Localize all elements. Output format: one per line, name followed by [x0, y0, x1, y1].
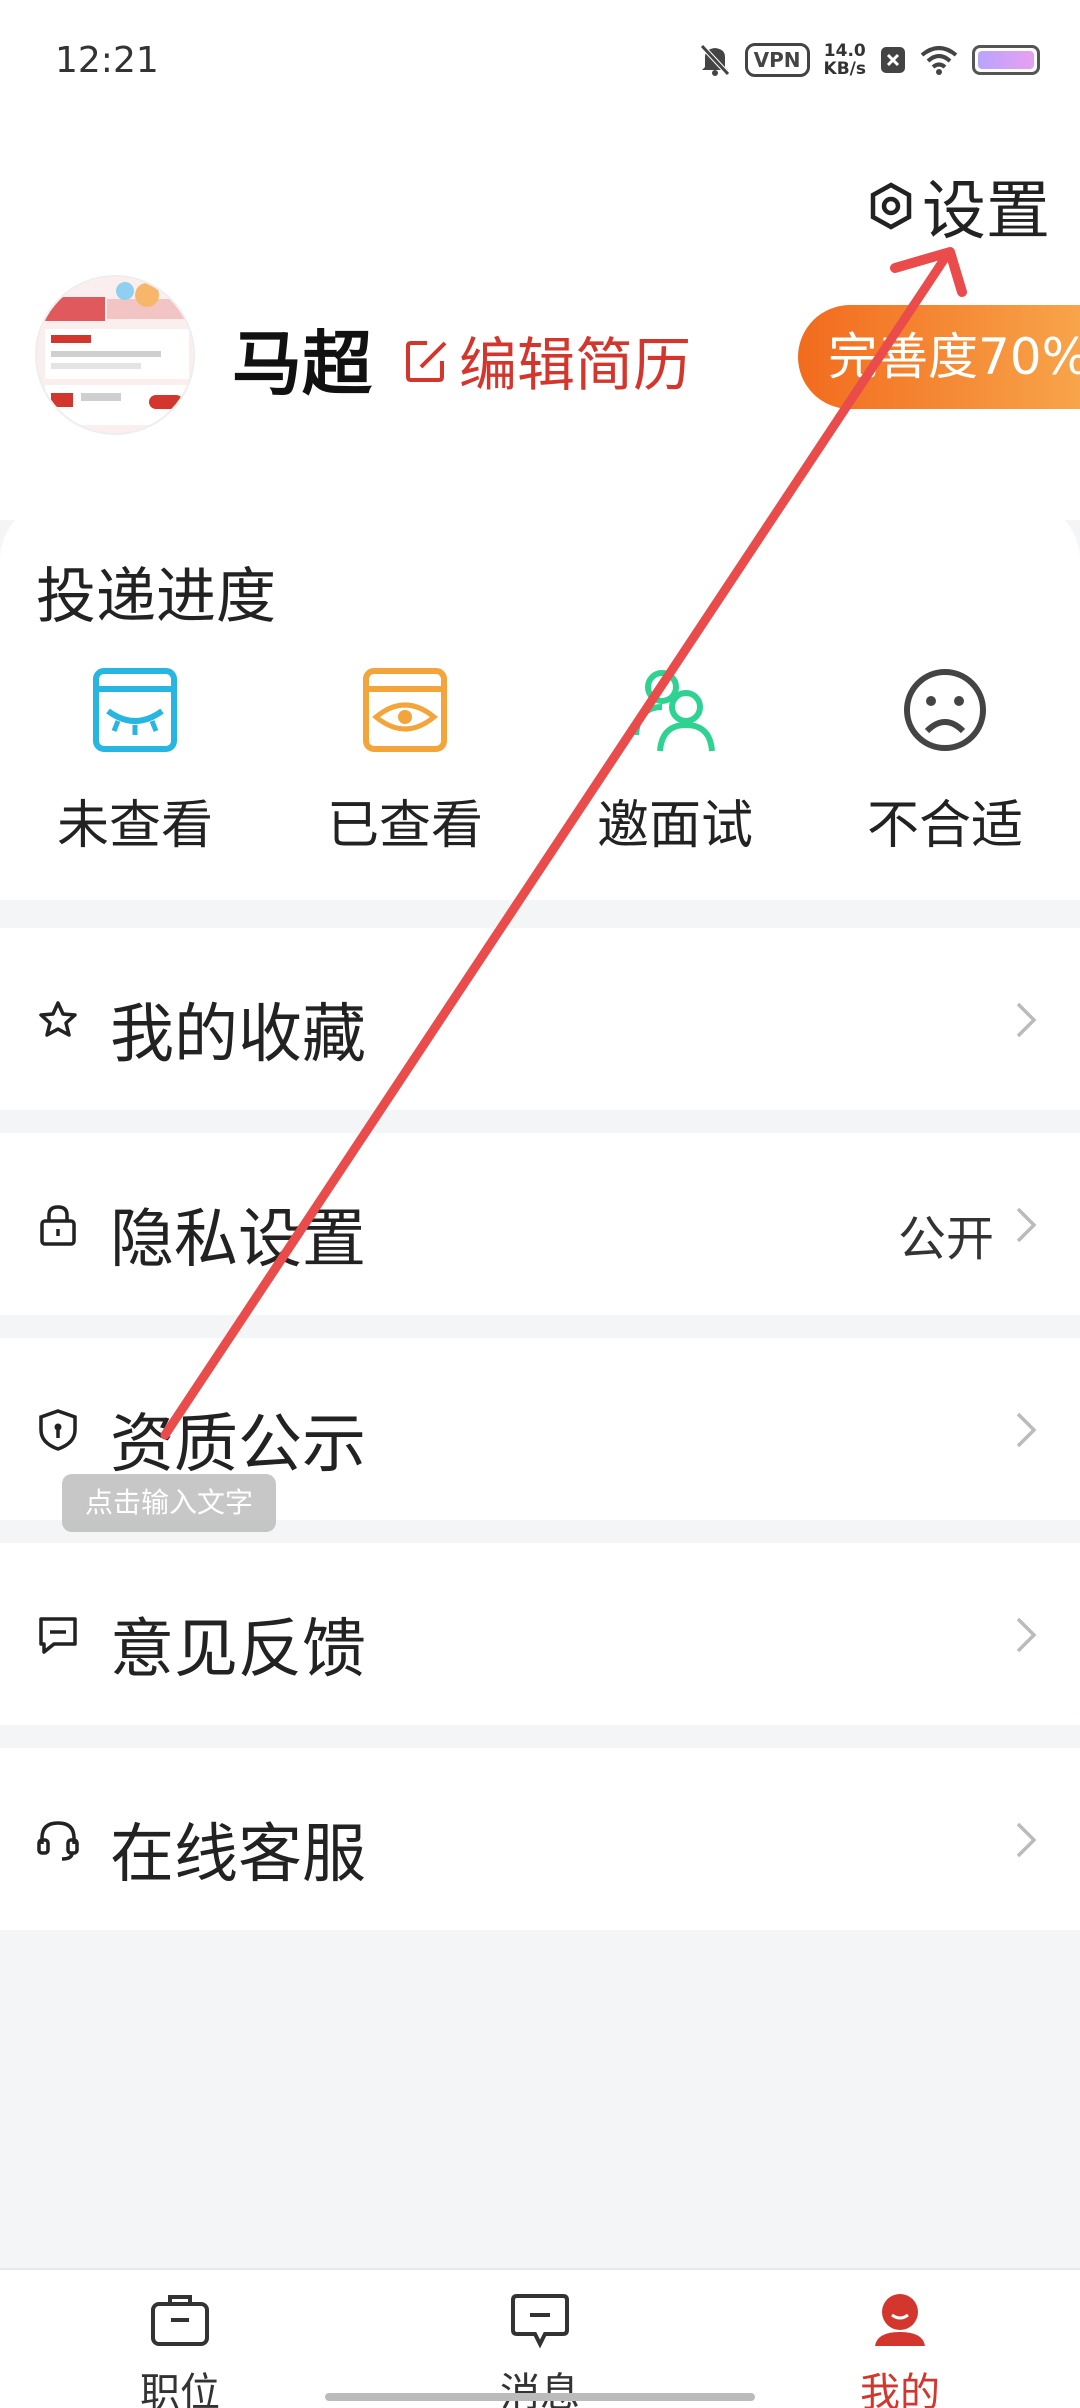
briefcase-icon	[151, 2295, 209, 2346]
profile-icon	[875, 2294, 925, 2346]
wifi-icon	[920, 46, 958, 75]
sad-face-icon	[904, 669, 986, 751]
avatar[interactable]	[35, 275, 195, 435]
text-input-hint[interactable]: 点击输入文字	[62, 1474, 276, 1532]
star-icon	[39, 1001, 77, 1037]
lock-icon	[40, 1205, 76, 1246]
vpn-icon: VPN	[744, 43, 810, 77]
chevron-right-icon	[1016, 1002, 1037, 1038]
status-icons: VPN 14.0 KB/s	[699, 40, 1040, 80]
open-eye-doc-icon	[363, 668, 447, 752]
menu-label-privacy: 隐私设置	[110, 1203, 366, 1277]
net-speed-unit: KB/s	[823, 59, 866, 79]
chevron-right-icon	[1016, 1207, 1037, 1243]
net-speed: 14.0 KB/s	[824, 42, 866, 78]
progress-item-viewed[interactable]: 已查看	[270, 665, 540, 858]
chevron-right-icon	[1016, 1412, 1037, 1448]
progress-item-unsuitable[interactable]: 不合适	[810, 665, 1080, 858]
menu-label-feedback: 意见反馈	[110, 1613, 366, 1687]
settings-label: 设置	[922, 175, 1050, 249]
status-bar: 12:21 VPN 14.0 KB/s	[0, 0, 1080, 128]
net-speed-value: 14.0	[823, 41, 866, 61]
headset-icon	[37, 1821, 79, 1861]
chevron-right-icon	[1016, 1617, 1037, 1653]
shield-icon	[39, 1409, 77, 1451]
nav-item-jobs[interactable]: 职位	[80, 2290, 280, 2408]
menu-item-feedback[interactable]: 意见反馈	[0, 1543, 1080, 1725]
progress-card: 投递进度 未查看 已查看 邀面试 不合适	[0, 500, 1080, 900]
nav-label-jobs: 职位	[140, 2370, 220, 2408]
settings-button[interactable]: 设置	[866, 160, 1050, 252]
privacy-value: 公开	[897, 1211, 994, 1267]
menu-item-favorites[interactable]: 我的收藏	[0, 928, 1080, 1110]
mute-icon	[699, 44, 730, 76]
progress-items: 未查看 已查看 邀面试 不合适	[0, 665, 1080, 858]
people-icon	[633, 670, 715, 752]
nav-item-profile[interactable]: 我的	[800, 2290, 1000, 2408]
progress-item-interview[interactable]: 邀面试	[540, 665, 810, 858]
chevron-right-icon	[1016, 1822, 1037, 1858]
progress-title: 投递进度	[36, 562, 276, 632]
menu-label-qualification: 资质公示	[110, 1408, 366, 1482]
home-indicator	[325, 2393, 755, 2401]
menu-label-customer-service: 在线客服	[110, 1818, 366, 1892]
menu-item-privacy[interactable]: 隐私设置 公开	[0, 1133, 1080, 1315]
progress-item-unviewed[interactable]: 未查看	[0, 665, 270, 858]
menu-label-favorites: 我的收藏	[110, 998, 366, 1072]
avatar-image	[37, 277, 193, 433]
edit-resume-label: 编辑简历	[459, 331, 692, 399]
closed-eye-doc-icon	[93, 668, 177, 752]
nav-label-profile: 我的	[860, 2370, 940, 2408]
message-icon	[511, 2294, 569, 2349]
progress-label-viewed: 已查看	[326, 796, 483, 856]
menu-item-customer-service[interactable]: 在线客服	[0, 1748, 1080, 1930]
battery-fill	[978, 51, 1034, 69]
edit-resume-button[interactable]: 编辑简历	[405, 318, 691, 402]
user-name: 马超	[232, 323, 372, 405]
nav-item-messages[interactable]: 消息	[440, 2290, 640, 2408]
gear-icon	[870, 182, 912, 230]
status-time: 12:21	[55, 40, 159, 81]
edit-icon	[406, 341, 447, 382]
progress-label-interview: 邀面试	[596, 796, 753, 856]
feedback-icon	[39, 1617, 77, 1654]
progress-label-unsuitable: 不合适	[866, 796, 1023, 856]
bottom-nav: 职位 消息 我的	[0, 2268, 1080, 2408]
x-box-icon	[881, 47, 905, 73]
battery-icon	[972, 45, 1040, 75]
progress-label-unviewed: 未查看	[56, 796, 213, 856]
completeness-badge[interactable]: 完善度70%	[798, 305, 1080, 409]
